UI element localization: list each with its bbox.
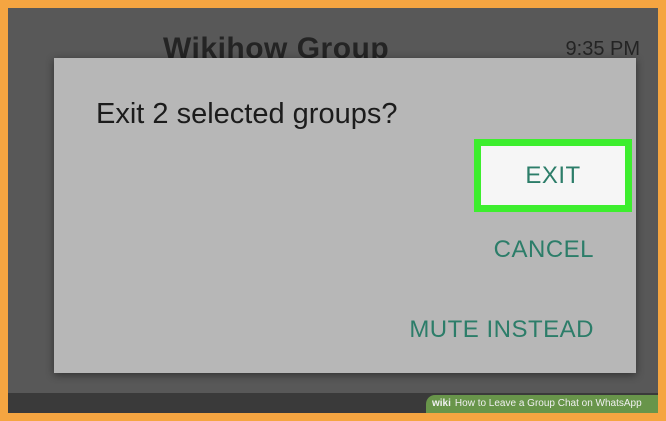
image-frame: Wikihow Group 9:35 PM Exit 2 selected gr… bbox=[0, 0, 666, 421]
dialog-title: Exit 2 selected groups? bbox=[96, 98, 398, 130]
watermark-text: How to Leave a Group Chat on WhatsApp bbox=[454, 398, 642, 409]
watermark: wiki How to Leave a Group Chat on WhatsAp… bbox=[426, 395, 658, 413]
exit-groups-dialog: Exit 2 selected groups? EXIT CANCEL MUTE… bbox=[54, 58, 636, 373]
watermark-badge: wiki bbox=[432, 398, 451, 409]
exit-button[interactable]: EXIT bbox=[474, 139, 632, 212]
phone-screen: Wikihow Group 9:35 PM Exit 2 selected gr… bbox=[8, 8, 658, 413]
exit-button-label: EXIT bbox=[525, 161, 581, 189]
cancel-button[interactable]: CANCEL bbox=[494, 236, 594, 264]
mute-instead-button[interactable]: MUTE INSTEAD bbox=[409, 316, 594, 344]
